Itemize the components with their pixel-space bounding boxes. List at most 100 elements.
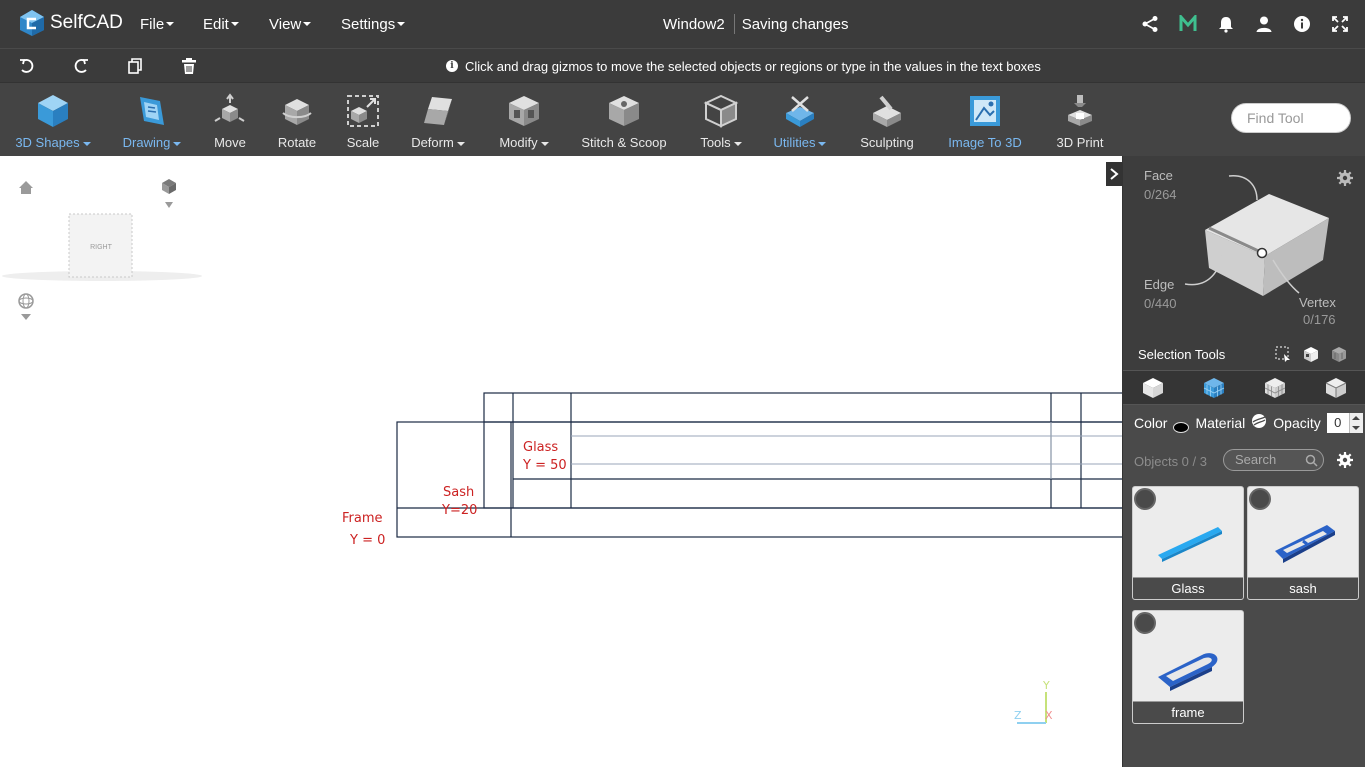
objects-search-input[interactable]: Search: [1223, 449, 1324, 471]
printer-icon: [1062, 93, 1098, 129]
sculpting-icon: [869, 93, 905, 129]
view-cube-label: RIGHT: [90, 244, 113, 251]
edge-mode-icon[interactable]: [1263, 376, 1287, 400]
tool-label: Image To 3D: [948, 135, 1022, 150]
opacity-input[interactable]: 0: [1326, 412, 1349, 433]
utilities-icon: [782, 93, 818, 129]
sash-thumbnail: [1248, 507, 1358, 577]
scale-icon: [345, 93, 381, 129]
face-mode-icon[interactable]: [1202, 376, 1226, 400]
find-tool-placeholder: Find Tool: [1247, 110, 1304, 126]
tool-3d-shapes[interactable]: 3D Shapes: [10, 83, 96, 157]
sash-outline[interactable]: [483, 392, 1122, 509]
tool-tools[interactable]: Tools: [694, 83, 748, 157]
selfcad-logo-icon: [20, 10, 44, 36]
object-card-frame[interactable]: frame: [1132, 610, 1244, 724]
view-cube[interactable]: RIGHT: [2, 213, 202, 281]
tool-modify[interactable]: Modify: [490, 83, 558, 157]
opacity-stepper[interactable]: [1348, 412, 1363, 433]
find-tool-input[interactable]: Find Tool: [1231, 103, 1351, 133]
tool-scale[interactable]: Scale: [340, 83, 386, 157]
caret-down-icon: [397, 22, 406, 26]
fullscreen-icon[interactable]: [1331, 15, 1349, 33]
undo-icon[interactable]: [18, 57, 36, 75]
share-icon[interactable]: [1141, 15, 1159, 33]
tool-rotate[interactable]: Rotate: [270, 83, 324, 157]
tool-label: Utilities: [773, 135, 816, 150]
redo-icon[interactable]: [72, 57, 90, 75]
select-cube-icon[interactable]: [1302, 345, 1320, 368]
info-icon[interactable]: [1293, 15, 1311, 33]
menu-edit[interactable]: Edit: [203, 0, 239, 48]
window-title[interactable]: Window2: [663, 16, 725, 33]
stepper-down-icon[interactable]: [1352, 425, 1361, 430]
menu-settings[interactable]: Settings: [341, 0, 406, 48]
camera-toggle-icon[interactable]: [162, 179, 176, 208]
logo[interactable]: SelfCAD: [18, 9, 123, 37]
caret-down-icon: [733, 141, 742, 146]
object-select-radio[interactable]: [1134, 612, 1156, 634]
top-right-icons: [1141, 0, 1349, 48]
menu-file[interactable]: File: [140, 0, 175, 48]
select-faces-icon[interactable]: [1330, 345, 1348, 368]
object-card-sash[interactable]: sash: [1247, 486, 1359, 600]
object-select-radio[interactable]: [1249, 488, 1271, 510]
box-select-icon[interactable]: [1274, 345, 1292, 368]
caret-down-icon: [166, 22, 175, 26]
deform-icon: [420, 93, 456, 129]
move-icon: [212, 93, 248, 129]
copy-icon[interactable]: [126, 57, 144, 75]
tool-deform[interactable]: Deform: [404, 83, 472, 157]
tool-label: 3D Shapes: [15, 135, 80, 150]
tool-stitch-scoop[interactable]: Stitch & Scoop: [576, 83, 672, 157]
caret-down-icon: [303, 22, 312, 26]
tool-label: Stitch & Scoop: [581, 135, 667, 150]
object-card-glass[interactable]: Glass: [1132, 486, 1244, 600]
caret-down-icon: [230, 22, 239, 26]
frame-y-annotation: Y = 0: [349, 533, 385, 548]
arrow-icon: [1228, 175, 1258, 201]
selection-mode-row: [1123, 370, 1365, 405]
edit-actions-bar: i Click and drag gizmos to move the sele…: [0, 48, 1365, 82]
glass-outline[interactable]: [571, 422, 1122, 479]
collapse-panel-button[interactable]: [1106, 162, 1122, 186]
delete-icon[interactable]: [180, 57, 198, 75]
bell-icon[interactable]: [1217, 15, 1235, 33]
stepper-up-icon[interactable]: [1352, 415, 1361, 420]
glass-y-annotation: Y = 50: [522, 458, 567, 473]
document-title: Window2 Saving changes: [663, 0, 848, 48]
tool-move[interactable]: Move: [205, 83, 255, 157]
caret-down-icon: [173, 141, 182, 146]
sash-y-annotation: Y=20: [441, 503, 477, 518]
scene-canvas[interactable]: RIGHT Glass Y = 50 Sash Y=20 Frame Y = 0…: [0, 156, 1122, 767]
tool-drawing[interactable]: Drawing: [112, 83, 192, 157]
object-mode-icon[interactable]: [1141, 376, 1165, 400]
tool-label: Scale: [346, 135, 380, 150]
main-toolbar: 3D Shapes Drawing Move Rotate Scale Defo…: [0, 82, 1365, 156]
caret-down-icon: [456, 141, 465, 146]
vertex-mode-icon[interactable]: [1324, 376, 1348, 400]
orbit-icon[interactable]: [18, 293, 34, 320]
tool-label: Rotate: [277, 135, 317, 150]
color-swatch[interactable]: [1173, 421, 1190, 433]
user-icon[interactable]: [1255, 15, 1273, 33]
hint-text: Click and drag gizmos to move the select…: [465, 58, 1041, 74]
gear-icon[interactable]: [1336, 169, 1354, 192]
tool-3d-print[interactable]: 3D Print: [1050, 83, 1110, 157]
tool-sculpting[interactable]: Sculpting: [854, 83, 920, 157]
menu-view[interactable]: View: [269, 0, 312, 48]
home-icon[interactable]: [19, 181, 33, 194]
m-logo-icon[interactable]: [1179, 15, 1197, 33]
objects-settings-icon[interactable]: [1336, 451, 1354, 474]
objects-count: Objects 0 / 3: [1134, 454, 1207, 469]
material-icon[interactable]: [1251, 413, 1267, 432]
edit-actions: [18, 49, 198, 83]
drawing-icon: [134, 93, 170, 129]
hint-message: i Click and drag gizmos to move the sele…: [446, 49, 1041, 83]
object-select-radio[interactable]: [1134, 488, 1156, 510]
caret-down-icon: [818, 141, 827, 146]
tool-image-to-3d[interactable]: Image To 3D: [942, 83, 1028, 157]
viewport-3d[interactable]: RIGHT Glass Y = 50 Sash Y=20 Frame Y = 0…: [0, 156, 1122, 767]
tool-utilities[interactable]: Utilities: [768, 83, 832, 157]
menu-settings-label: Settings: [341, 15, 396, 33]
